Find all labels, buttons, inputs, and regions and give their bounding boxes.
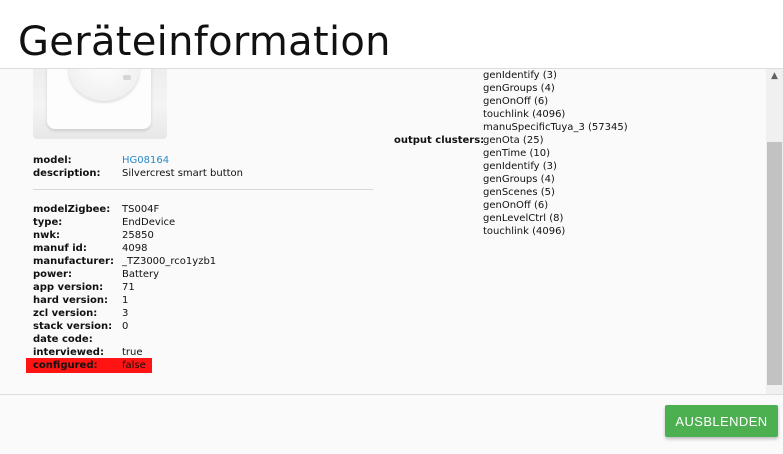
- dialog-header: Geräteinformation: [0, 0, 783, 69]
- detail-label: stack version:: [33, 321, 113, 332]
- device-knob: [69, 69, 139, 101]
- scroll-up-arrow-icon[interactable]: ▲: [766, 69, 783, 83]
- device-image: [33, 69, 167, 139]
- detail-value: _TZ3000_rco1yzb1: [122, 256, 217, 267]
- detail-label: date code:: [33, 334, 93, 345]
- description-value: Silvercrest smart button: [122, 168, 243, 179]
- cluster-value: genOnOff (6): [483, 200, 549, 211]
- cluster-value: manuSpecificTuya_3 (57345): [483, 122, 628, 133]
- cluster-value: genOta (25): [483, 135, 544, 146]
- cluster-value: genGroups (4): [483, 174, 555, 185]
- model-link[interactable]: HG08164: [122, 154, 169, 167]
- hide-button[interactable]: AUSBLENDEN: [665, 405, 778, 437]
- detail-label: zcl version:: [33, 308, 98, 319]
- detail-label: app version:: [33, 282, 104, 293]
- detail-value: EndDevice: [122, 217, 176, 228]
- device-indicator: [123, 75, 131, 80]
- cluster-value: genScenes (5): [483, 187, 555, 198]
- cluster-value: touchlink (4096): [483, 226, 566, 237]
- device-face: [47, 69, 151, 129]
- detail-value: false: [122, 360, 146, 371]
- detail-value: TS004F: [122, 204, 160, 215]
- cluster-value: genOnOff (6): [483, 96, 549, 107]
- description-label: description:: [33, 168, 101, 179]
- cluster-value: touchlink (4096): [483, 109, 566, 120]
- detail-label: modelZigbee:: [33, 204, 111, 215]
- detail-value: 1: [122, 295, 129, 306]
- detail-label: manufacturer:: [33, 256, 114, 267]
- cluster-value: genIdentify (3): [483, 161, 557, 172]
- detail-label: power:: [33, 269, 72, 280]
- detail-label: type:: [33, 217, 63, 228]
- dialog-footer: AUSBLENDEN: [0, 394, 783, 454]
- cluster-value: genIdentify (3): [483, 70, 557, 81]
- model-label: model:: [33, 155, 72, 166]
- cluster-value: genGroups (4): [483, 83, 555, 94]
- detail-value: 25850: [122, 230, 154, 241]
- scrollbar-thumb[interactable]: [767, 142, 782, 385]
- detail-value: 4098: [122, 243, 148, 254]
- detail-value: 0: [122, 321, 129, 332]
- section-divider: [33, 189, 373, 190]
- cluster-value: genLevelCtrl (8): [483, 213, 564, 224]
- detail-label: configured:: [33, 360, 98, 371]
- detail-label: hard version:: [33, 295, 109, 306]
- cluster-value: genTime (10): [483, 148, 551, 159]
- detail-label: manuf id:: [33, 243, 87, 254]
- device-info-content: model: HG08164 description: Silvercrest …: [0, 69, 766, 394]
- dialog-title: Geräteinformation: [18, 19, 391, 65]
- vertical-scrollbar[interactable]: ▲: [766, 69, 783, 394]
- detail-value: 71: [122, 282, 135, 293]
- detail-value: 3: [122, 308, 129, 319]
- detail-value: Battery: [122, 269, 160, 280]
- detail-label: nwk:: [33, 230, 61, 241]
- output-clusters-label: output clusters:: [394, 135, 485, 146]
